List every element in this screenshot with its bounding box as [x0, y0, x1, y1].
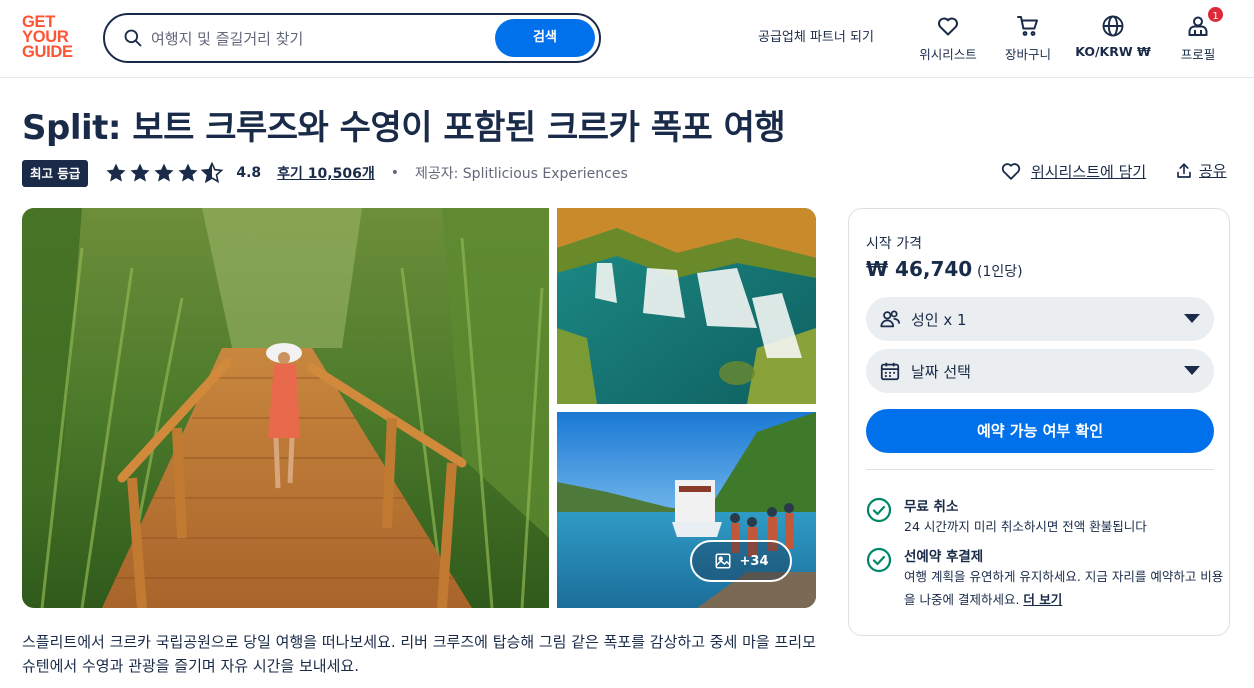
check-circle-icon [866, 547, 892, 573]
check-circle-icon [866, 497, 892, 523]
nav-profile-label: 프로필 [1180, 47, 1216, 62]
search-bar[interactable]: 여행지 및 즐길거리 찾기 검색 [103, 13, 601, 63]
participants-selector[interactable]: 성인 x 1 [866, 297, 1214, 341]
add-to-wishlist-button[interactable]: 위시리스트에 담기 [1000, 160, 1146, 182]
reserve-now-pay-later-title: 선예약 후결제 [904, 549, 984, 565]
nav-wishlist[interactable]: 위시리스트 [914, 14, 982, 63]
gallery-main-photo[interactable] [22, 208, 549, 608]
top-rated-badge: 최고 등급 [22, 159, 89, 187]
price-value: ₩ 46,740 [866, 257, 973, 281]
search-icon [124, 29, 142, 47]
booking-card: 시작 가격 ₩ 46,740 (1인당) 성인 x 1 날짜 선택 예약 가능 … [848, 208, 1230, 636]
nav-cart-label: 장바구니 [1004, 47, 1051, 62]
logo-line-3: GUIDE [22, 43, 73, 61]
star-icon [130, 163, 150, 182]
chevron-down-icon [1184, 366, 1200, 375]
participants-value: 성인 x 1 [911, 310, 967, 329]
date-value: 날짜 선택 [911, 362, 971, 381]
share-label: 공유 [1199, 162, 1227, 180]
free-cancellation-title: 무료 취소 [904, 499, 959, 515]
star-icon [106, 163, 126, 182]
free-cancellation-text: 24 시간까지 미리 취소하시면 전액 환불됩니다 [904, 519, 1147, 534]
star-icon [178, 163, 198, 182]
chevron-down-icon [1184, 314, 1200, 323]
heart-icon [1001, 163, 1021, 180]
provider-name: 제공자: Splitlicious Experiences [414, 166, 628, 182]
more-photos-button[interactable]: +34 [690, 540, 792, 582]
nav-language-currency[interactable]: KO/KRW ₩ [1072, 14, 1154, 59]
reserve-now-pay-later-description: 여행 계획을 유연하게 유지하세요. 지금 자리를 예약하고 비용을 나중에 결… [904, 569, 1224, 607]
from-price-label: 시작 가격 [866, 236, 922, 252]
date-selector[interactable]: 날짜 선택 [866, 349, 1214, 393]
globe-icon [1102, 15, 1124, 37]
image-icon [715, 553, 730, 569]
meta-separator: • [390, 165, 399, 181]
star-rating [104, 161, 224, 185]
more-photos-count: +34 [739, 553, 769, 569]
nav-profile[interactable]: 1 프로필 [1170, 5, 1226, 63]
supplier-partner-link[interactable]: 공급업체 파트너 되기 [758, 26, 874, 45]
nav-cart[interactable]: 장바구니 [998, 14, 1058, 63]
notification-badge: 1 [1206, 5, 1225, 24]
card-divider [866, 469, 1214, 470]
add-to-wishlist-label: 위시리스트에 담기 [1031, 162, 1147, 181]
page-title: Split: 보트 크루즈와 수영이 포함된 크르카 폭포 여행 [22, 108, 786, 148]
half-star-icon [200, 161, 224, 184]
nav-language-label: KO/KRW ₩ [1075, 44, 1151, 59]
rating-value: 4.8 [236, 165, 262, 181]
price-per-person: (1인당) [977, 264, 1023, 280]
share-button[interactable]: 공유 [1175, 160, 1227, 181]
gallery-waterfall-photo[interactable] [557, 208, 816, 404]
activity-description: 스플리트에서 크르카 국립공원으로 당일 여행을 떠나보세요. 리버 크루즈에 … [22, 633, 816, 675]
reserve-now-pay-later-text: 여행 계획을 유연하게 유지하세요. 지금 자리를 예약하고 비용을 나중에 결… [904, 565, 1224, 611]
waterfall-photo [557, 208, 816, 404]
share-icon [1177, 162, 1191, 178]
cart-icon [1017, 16, 1038, 36]
getyourguide-logo[interactable]: GET YOUR GUIDE [22, 14, 80, 61]
check-availability-button[interactable]: 예약 가능 여부 확인 [866, 409, 1214, 453]
people-icon [880, 310, 901, 328]
heart-icon [938, 17, 958, 36]
top-header: GET YOUR GUIDE 여행지 및 즐길거리 찾기 검색 공급업체 파트너… [0, 0, 1254, 78]
nav-wishlist-label: 위시리스트 [919, 47, 977, 62]
search-input[interactable]: 여행지 및 즐길거리 찾기 [151, 28, 303, 49]
star-icon [154, 163, 174, 182]
read-more-link[interactable]: 더 보기 [1023, 592, 1062, 607]
activity-meta: 최고 등급 4.8 후기 10,506개 • 제공자: Splitlicious… [22, 159, 628, 187]
search-button[interactable]: 검색 [495, 19, 595, 57]
calendar-icon [880, 362, 900, 381]
reviews-link[interactable]: 후기 10,506개 [277, 163, 375, 183]
boardwalk-photo [22, 208, 549, 608]
